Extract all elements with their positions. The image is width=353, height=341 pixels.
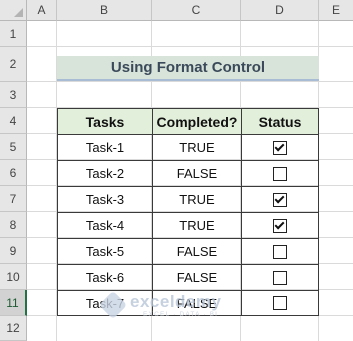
task-name: Task-5: [85, 244, 125, 259]
row-header-label: 4: [9, 113, 17, 128]
table-header-completed[interactable]: Completed?: [152, 108, 242, 135]
row-header-8[interactable]: 8: [0, 212, 27, 238]
gridline-horizontal: [27, 46, 353, 47]
row-header-1[interactable]: 1: [0, 21, 27, 47]
column-header-label: D: [275, 3, 284, 17]
task-cell[interactable]: Task-5: [57, 238, 153, 265]
column-header-e[interactable]: E: [319, 0, 353, 21]
task-name: Task-1: [85, 140, 125, 155]
status-cell: [241, 186, 319, 213]
completed-cell[interactable]: TRUE: [152, 212, 242, 239]
watermark-brand: exceldemy: [130, 292, 222, 311]
gridline-horizontal: [27, 81, 353, 82]
row-header-10[interactable]: 10: [0, 264, 27, 290]
column-header-d[interactable]: D: [241, 0, 319, 21]
status-cell: [241, 160, 319, 187]
task-name: Task-3: [85, 192, 125, 207]
completed-cell[interactable]: TRUE: [152, 134, 242, 161]
status-cell: [241, 264, 319, 291]
status-checkbox[interactable]: [273, 218, 287, 233]
task-name: Task-4: [85, 218, 125, 233]
status-cell: [241, 290, 319, 316]
table-header-label: Tasks: [85, 113, 125, 130]
row-header-label: 7: [9, 191, 17, 206]
status-checkbox[interactable]: [273, 270, 287, 285]
sheet-title[interactable]: Using Format Control: [57, 56, 319, 81]
table-header-label: Completed?: [156, 113, 238, 130]
row-header-3[interactable]: 3: [0, 82, 27, 108]
completed-value: TRUE: [179, 192, 215, 207]
column-header-label: B: [99, 3, 108, 17]
column-header-label: A: [37, 3, 46, 17]
select-all-corner[interactable]: [0, 0, 27, 21]
completed-value: TRUE: [179, 218, 215, 233]
row-header-label: 2: [9, 57, 17, 71]
status-cell: [241, 134, 319, 161]
task-cell[interactable]: Task-2: [57, 160, 153, 187]
column-header-label: C: [191, 3, 201, 17]
status-checkbox[interactable]: [273, 192, 287, 207]
row-header-label: 12: [6, 321, 20, 335]
column-header-a[interactable]: A: [27, 0, 57, 21]
column-header-label: E: [331, 3, 340, 17]
completed-cell[interactable]: TRUE: [152, 186, 242, 213]
completed-value: TRUE: [179, 140, 215, 155]
table-header-label: Status: [258, 113, 302, 130]
table-header-status[interactable]: Status: [241, 108, 319, 135]
status-cell: [241, 212, 319, 239]
row-header-label: 5: [9, 139, 17, 154]
row-header-2[interactable]: 2: [0, 47, 27, 82]
table-header-tasks[interactable]: Tasks: [57, 108, 153, 135]
status-checkbox[interactable]: [273, 140, 287, 155]
row-header-label: 3: [9, 87, 17, 102]
task-cell[interactable]: Task-1: [57, 134, 153, 161]
completed-value: FALSE: [176, 244, 218, 259]
task-name: Task-2: [85, 166, 125, 181]
row-header-label: 11: [6, 295, 19, 310]
row-header-label: 1: [9, 26, 17, 41]
task-name: Task-6: [85, 270, 125, 285]
column-header-c[interactable]: C: [152, 0, 241, 21]
row-header-6[interactable]: 6: [0, 160, 27, 186]
row-header-label: 8: [9, 217, 17, 232]
row-header-12[interactable]: 12: [0, 316, 27, 341]
status-checkbox[interactable]: [273, 296, 287, 310]
task-cell[interactable]: Task-6: [57, 264, 153, 291]
watermark-tagline: EXCEL · DATA · BI: [143, 311, 219, 318]
completed-value: FALSE: [176, 270, 218, 285]
select-all-triangle-icon: [14, 8, 23, 17]
row-header-label: 9: [9, 243, 17, 258]
exceldemy-logo-icon: [98, 290, 128, 320]
row-header-4[interactable]: 4: [0, 108, 27, 134]
row-header-7[interactable]: 7: [0, 186, 27, 212]
status-checkbox[interactable]: [273, 244, 287, 259]
completed-cell[interactable]: FALSE: [152, 238, 242, 265]
row-header-label: 10: [6, 269, 20, 284]
completed-cell[interactable]: FALSE: [152, 160, 242, 187]
row-header-5[interactable]: 5: [0, 134, 27, 160]
task-cell[interactable]: Task-4: [57, 212, 153, 239]
status-checkbox[interactable]: [273, 166, 287, 181]
row-header-9[interactable]: 9: [0, 238, 27, 264]
row-header-label: 6: [9, 165, 17, 180]
completed-value: FALSE: [176, 166, 218, 181]
sheet-title-text: Using Format Control: [110, 59, 266, 76]
row-header-11[interactable]: 11: [0, 290, 27, 316]
status-cell: [241, 238, 319, 265]
task-table: Tasks Completed? Status Task-1 TRUE Task…: [57, 108, 319, 316]
task-cell[interactable]: Task-3: [57, 186, 153, 213]
completed-cell[interactable]: FALSE: [152, 264, 242, 291]
watermark: exceldemy EXCEL · DATA · BI: [98, 290, 243, 320]
column-header-b[interactable]: B: [57, 0, 152, 21]
